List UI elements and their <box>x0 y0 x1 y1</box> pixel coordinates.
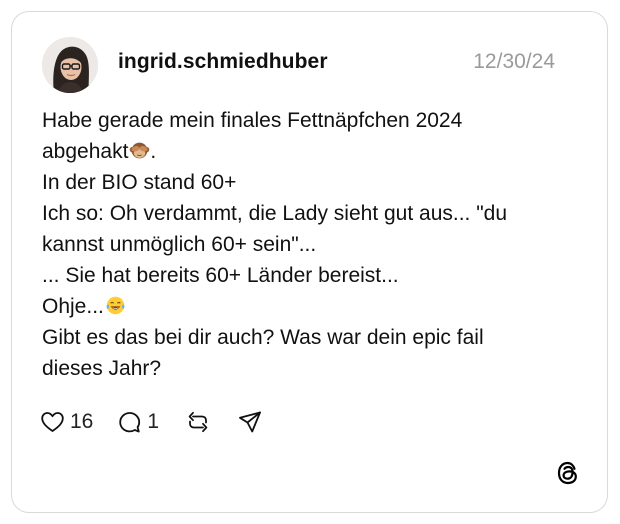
action-bar: 16 1 <box>40 408 263 436</box>
see-no-evil-monkey-icon <box>130 142 150 159</box>
repost-icon <box>188 411 208 433</box>
post-line: Ohje... <box>42 291 562 322</box>
comment-count: 1 <box>147 410 160 433</box>
post-line: ... Sie hat bereits 60+ Länder bereist..… <box>42 264 399 287</box>
like-count: 16 <box>70 410 94 433</box>
share-icon <box>239 411 261 433</box>
post-line: dieses Jahr? <box>42 357 162 380</box>
face-with-tears-of-joy-icon <box>106 296 125 315</box>
post-date: 12/30/24 <box>473 50 555 73</box>
post-line: abgehakt . <box>42 140 157 163</box>
comment-icon <box>119 412 141 433</box>
post-line: Habe gerade mein finales Fettnäpfchen 20… <box>42 109 463 132</box>
avatar-image <box>42 37 98 93</box>
heart-icon <box>41 412 64 432</box>
post-line: Gibt es das bei dir auch? Was war dein e… <box>42 326 484 349</box>
post-line: In der BIO stand 60+ <box>42 171 237 194</box>
username[interactable]: ingrid.schmiedhuber <box>118 50 328 74</box>
post-line: kannst unmöglich 60+ sein"... <box>42 233 317 256</box>
post-text: Habe gerade mein finales Fettnäpfchen 20… <box>42 105 562 384</box>
threads-logo-icon[interactable] <box>555 460 581 486</box>
post-line: Ich so: Oh verdammt, die Lady sieht gut … <box>42 202 508 225</box>
post-card: ingrid.schmiedhuber 12/30/24 Habe gerade… <box>11 11 608 513</box>
share-button[interactable] <box>237 410 263 434</box>
comment-button[interactable]: 1 <box>117 410 159 434</box>
like-button[interactable]: 16 <box>40 410 93 434</box>
avatar[interactable] <box>42 37 98 93</box>
repost-button[interactable] <box>185 410 211 434</box>
